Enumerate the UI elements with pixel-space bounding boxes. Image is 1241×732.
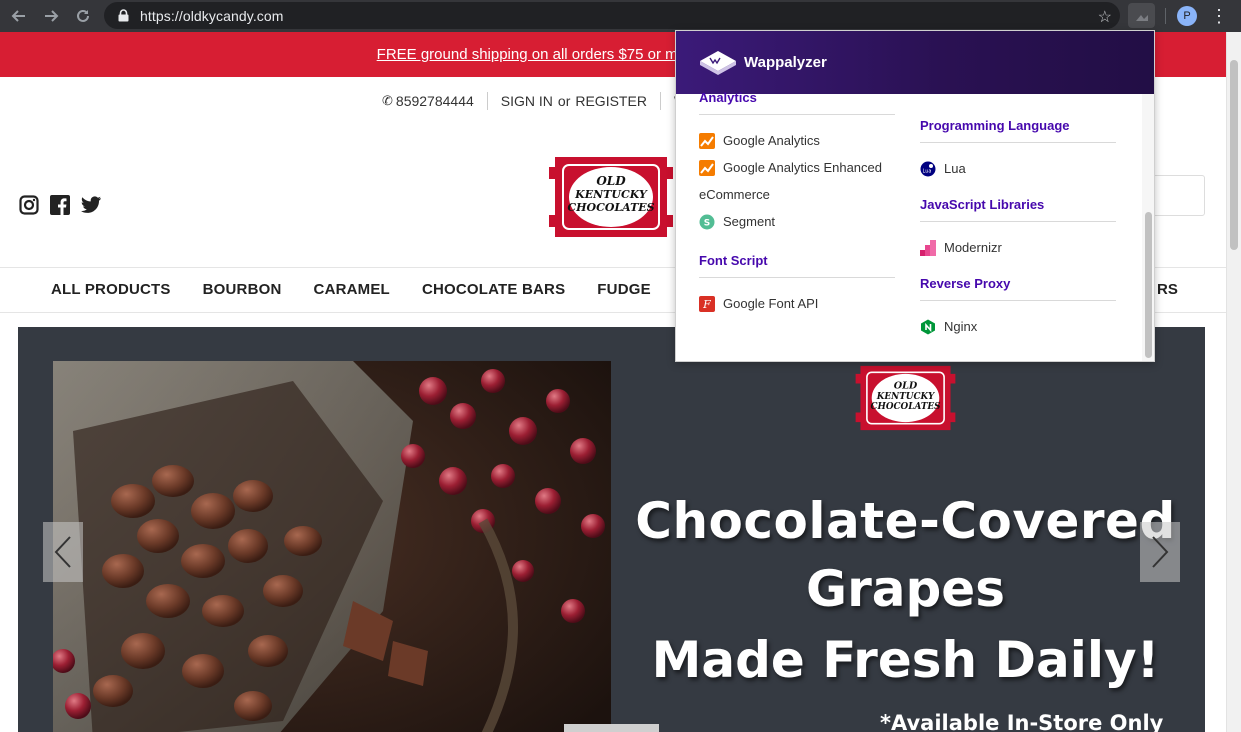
register-link[interactable]: REGISTER (575, 93, 647, 109)
lock-icon (116, 9, 130, 23)
forward-icon[interactable] (35, 0, 67, 32)
tech-label: Lua (944, 161, 966, 176)
category-divider (699, 277, 895, 278)
address-bar[interactable]: https://oldkycandy.com ☆ (104, 2, 1120, 29)
wappalyzer-left-column: Analytics Google Analytics Google Analyt… (699, 90, 895, 317)
category-analytics[interactable]: Analytics (699, 90, 895, 105)
nav-item-all-products[interactable]: ALL PRODUCTS (51, 281, 171, 298)
tech-label: Nginx (944, 319, 978, 334)
category-font-script[interactable]: Font Script (699, 253, 895, 268)
hero-logo-text-kentucky: KENTUCKY (876, 392, 936, 402)
tech-google-analytics[interactable]: Google Analytics (699, 127, 895, 154)
nav-item-caramel[interactable]: CARAMEL (314, 281, 390, 298)
wappalyzer-title: Wappalyzer (744, 54, 827, 71)
utility-bar: ✆ 8592784444 SIGN IN or REGISTER W (382, 92, 687, 110)
hero-line-2: Grapes (806, 560, 1005, 618)
or-text: or (557, 93, 571, 109)
tech-google-font-api[interactable]: F Google Font API (699, 290, 895, 317)
svg-text:Lua: Lua (923, 168, 932, 174)
hero-logo: OLD KENTUCKY CHOCOLATES (855, 365, 956, 431)
logo-text-kentucky: KENTUCKY (574, 188, 648, 201)
tech-label: Google Analytics (723, 133, 820, 148)
bookmark-star-icon[interactable]: ☆ (1098, 7, 1112, 27)
tech-label: Google Analytics Enhanced (723, 160, 882, 175)
tech-modernizr[interactable]: Modernizr (920, 234, 1116, 261)
carousel-prev-button[interactable] (43, 522, 83, 582)
hero-logo-text-old: OLD (894, 380, 918, 391)
carousel-next-button[interactable] (1140, 522, 1180, 582)
google-analytics-icon (699, 132, 715, 149)
tech-google-analytics-enhanced[interactable]: Google Analytics Enhanced (699, 154, 895, 181)
hero-photo-chocolate-grapes (53, 361, 611, 732)
google-analytics-icon (699, 159, 715, 176)
tech-label: Google Font API (723, 296, 819, 311)
google-font-api-icon: F (699, 295, 715, 312)
category-divider (920, 142, 1116, 143)
category-divider (920, 221, 1116, 222)
site-logo[interactable]: OLD KENTUCKY CHOCOLATES (547, 151, 675, 243)
wappalyzer-scrollbar-thumb[interactable] (1145, 212, 1152, 358)
wappalyzer-popup: Wappalyzer Analytics Google Analytics Go… (675, 30, 1155, 362)
main-navigation: ALL PRODUCTS BOURBON CARAMEL CHOCOLATE B… (51, 281, 735, 298)
browser-menu-icon[interactable]: ⋮ (1208, 4, 1230, 28)
utility-separator (659, 92, 661, 110)
tech-segment[interactable]: S Segment (699, 208, 895, 235)
logo-text-chocolates: CHOCOLATES (567, 201, 654, 214)
chevron-right-icon (1152, 536, 1169, 568)
nav-item-fudge[interactable]: FUDGE (597, 281, 651, 298)
category-javascript-libraries[interactable]: JavaScript Libraries (920, 197, 1116, 212)
svg-text:S: S (704, 218, 710, 228)
wappalyzer-right-column: Programming Language Lua Lua JavaScript … (920, 118, 1116, 340)
wappalyzer-results: Analytics Google Analytics Google Analyt… (676, 90, 1142, 361)
page-scrollbar[interactable] (1226, 32, 1241, 732)
modernizr-icon (920, 239, 936, 256)
promo-link[interactable]: FREE ground shipping on all orders $75 o… (377, 46, 700, 63)
category-divider (920, 300, 1116, 301)
wappalyzer-extension-icon[interactable] (1128, 3, 1155, 28)
hero-logo-text-chocolates: CHOCOLATES (870, 402, 941, 412)
page-scrollbar-thumb[interactable] (1230, 60, 1238, 250)
category-divider (699, 114, 895, 115)
wappalyzer-header: Wappalyzer (676, 31, 1154, 94)
instagram-icon[interactable] (18, 194, 39, 215)
phone-number[interactable]: 8592784444 (396, 93, 474, 109)
social-links (18, 194, 101, 215)
url-text: https://oldkycandy.com (140, 7, 284, 24)
nginx-icon (920, 319, 936, 335)
hero-line-3: Made Fresh Daily! (651, 631, 1160, 689)
tech-label: Modernizr (944, 240, 1002, 255)
chevron-left-icon (54, 536, 71, 568)
twitter-icon[interactable] (80, 194, 101, 215)
wappalyzer-logo-icon (700, 50, 736, 75)
hero-note: *Available In-Store Only (880, 711, 1164, 732)
nav-item-bourbon[interactable]: BOURBON (203, 281, 282, 298)
tech-nginx[interactable]: Nginx (920, 313, 1116, 340)
hero-headline: Chocolate-Covered Grapes Made Fresh Dail… (613, 487, 1198, 695)
carousel-indicator[interactable] (564, 724, 659, 732)
toolbar-separator (1165, 8, 1166, 24)
wappalyzer-scrollbar[interactable] (1142, 94, 1154, 361)
facebook-icon[interactable] (49, 194, 70, 215)
profile-avatar[interactable]: P (1177, 6, 1197, 26)
back-icon[interactable] (3, 0, 35, 32)
logo-text-old: OLD (596, 174, 626, 188)
nav-item-chocolate-bars[interactable]: CHOCOLATE BARS (422, 281, 565, 298)
tech-label: Segment (723, 214, 776, 229)
svg-text:F: F (702, 298, 711, 311)
hero-carousel: OLD KENTUCKY CHOCOLATES Chocolate-Covere… (18, 327, 1205, 732)
nav-item-partial-right[interactable]: RS (1157, 281, 1178, 298)
segment-icon: S (699, 214, 715, 230)
utility-separator (486, 92, 488, 110)
browser-toolbar: https://oldkycandy.com ☆ P ⋮ (0, 0, 1241, 32)
hero-line-1: Chocolate-Covered (635, 492, 1176, 550)
lua-icon: Lua (920, 161, 936, 177)
reload-icon[interactable] (67, 0, 99, 32)
category-programming-language[interactable]: Programming Language (920, 118, 1116, 133)
phone-icon: ✆ (382, 93, 393, 108)
sign-in-link[interactable]: SIGN IN (501, 93, 553, 109)
tech-lua[interactable]: Lua Lua (920, 155, 1116, 182)
tech-label-continuation: eCommerce (699, 187, 770, 202)
category-reverse-proxy[interactable]: Reverse Proxy (920, 276, 1116, 291)
